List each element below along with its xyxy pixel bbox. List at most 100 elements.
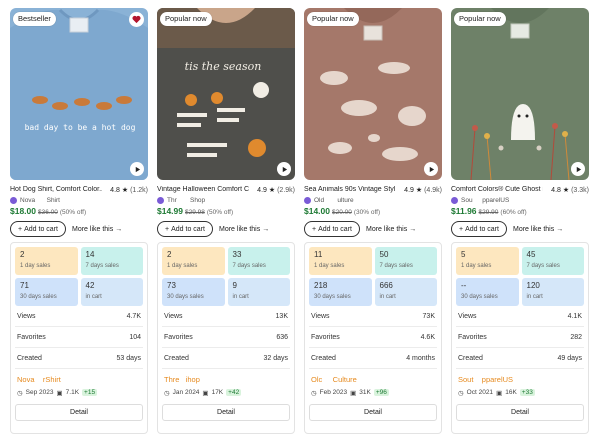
price-row: $14.00 $20.00 (30% off) — [304, 206, 381, 216]
sales-30-days: 73 30 days sales — [162, 278, 225, 306]
new-sales-badge: +33 — [519, 389, 535, 396]
favorites-row: Favorites 282 — [456, 327, 584, 348]
rating: 4.8 ★ (3.3k) — [551, 186, 589, 194]
detail-button[interactable]: Detail — [15, 404, 143, 421]
play-video-icon[interactable] — [277, 162, 291, 176]
add-to-cart-button[interactable]: + Add to cart — [304, 221, 360, 237]
plus-icon: + — [459, 225, 464, 233]
sales-7-days: 45 7 days sales — [521, 247, 584, 275]
sales-1-day: 11 1 day sales — [309, 247, 372, 275]
price-row: $18.00 $36.00 (50% off) — [10, 206, 87, 216]
product-card[interactable]: bad day to be a hot dog Bestseller Hot D… — [10, 8, 148, 436]
star-icon: ★ — [268, 186, 276, 194]
star-icon: ★ — [562, 186, 570, 194]
clock-icon: ◷ — [458, 389, 464, 397]
sales-30-days: -- 30 days sales — [456, 278, 519, 306]
created-row: Created 49 days — [456, 348, 584, 369]
more-like-this-link[interactable]: More like this → — [72, 226, 122, 233]
product-image[interactable]: Popular now — [451, 8, 589, 180]
favorites-row: Favorites 104 — [15, 327, 143, 348]
add-to-cart-button[interactable]: + Add to cart — [10, 221, 66, 237]
detail-button[interactable]: Detail — [162, 404, 290, 421]
views-row: Views 4.1K — [456, 306, 584, 327]
popular-badge: Popular now — [307, 12, 359, 26]
more-like-this-link[interactable]: More like this → — [366, 226, 416, 233]
sales-1-day: 21 day sales — [15, 247, 78, 275]
add-to-cart-button[interactable]: + Add to cart — [157, 221, 213, 237]
clock-icon: ◷ — [311, 389, 317, 397]
in-cart: 120 in cart — [521, 278, 584, 306]
product-image[interactable]: tis the season Popular now — [157, 8, 295, 180]
created-row: Created 53 days — [15, 348, 143, 369]
shop-row[interactable]: Old ulture — [304, 195, 442, 205]
bag-icon: ▣ — [350, 389, 357, 397]
product-card[interactable]: tis the season Popular now Vintage Hallo… — [157, 8, 295, 436]
detail-button[interactable]: Detail — [456, 404, 584, 421]
clock-icon: ◷ — [17, 389, 23, 397]
views-row: Views 4.7K — [15, 306, 143, 327]
product-title[interactable]: Comfort Colors® Cute Ghost i... — [451, 186, 543, 193]
shop-name-link[interactable]: Thre ihop — [162, 375, 290, 385]
bag-icon: ▣ — [202, 389, 209, 397]
arrow-right-icon: → — [556, 225, 564, 233]
sales-30-days: 218 30 days sales — [309, 278, 372, 306]
favorite-heart-icon[interactable] — [129, 12, 144, 27]
product-image[interactable]: bad day to be a hot dog Bestseller — [10, 8, 148, 180]
sales-1-day: 51 day sales — [456, 247, 519, 275]
rating: 4.8 ★ (1.2k) — [110, 186, 148, 194]
in-cart: 9 in cart — [227, 278, 290, 306]
product-image[interactable]: Popular now — [304, 8, 442, 180]
shop-meta: ◷ Sep 2023 ▣ 7.1K +15 — [17, 389, 98, 397]
plus-icon: + — [312, 225, 317, 233]
shop-name-link[interactable]: Nova rShirt — [15, 375, 143, 385]
more-like-this-link[interactable]: More like this → — [219, 226, 269, 233]
clock-icon: ◷ — [164, 389, 170, 397]
svg-text:bad day to be a hot dog: bad day to be a hot dog — [25, 123, 136, 132]
shop-row[interactable]: Thr Shop — [157, 195, 295, 205]
bag-icon: ▣ — [496, 389, 503, 397]
play-video-icon[interactable] — [424, 162, 438, 176]
sales-30-days: 71 30 days sales — [15, 278, 78, 306]
stats-panel: 21 day sales 33 7 days sales 73 30 days sa… — [157, 242, 295, 434]
shop-meta: ◷ Feb 2023 ▣ 31K +96 — [311, 389, 389, 397]
arrow-right-icon: → — [409, 225, 417, 233]
play-video-icon[interactable] — [130, 162, 144, 176]
star-icon: ★ — [415, 186, 423, 194]
sales-1-day: 21 day sales — [162, 247, 225, 275]
add-to-cart-button[interactable]: + Add to cart — [451, 221, 507, 237]
shirt-image: bad day to be a hot dog — [10, 8, 148, 180]
sales-7-days: 33 7 days sales — [227, 247, 290, 275]
shop-name-link[interactable]: Sout pparelUS — [456, 375, 584, 385]
product-title[interactable]: Vintage Halloween Comfort C... — [157, 186, 249, 193]
arrow-right-icon: → — [115, 225, 123, 233]
product-card[interactable]: Popular now Comfort Colors® Cute Ghost i… — [451, 8, 589, 436]
in-cart: 666 in cart — [374, 278, 437, 306]
shirt-image — [304, 8, 442, 180]
shop-avatar-icon — [451, 196, 458, 204]
play-video-icon[interactable] — [571, 162, 585, 176]
more-like-this-link[interactable]: More like this → — [513, 226, 563, 233]
shirt-image — [451, 8, 589, 180]
product-title[interactable]: Sea Animals 90s Vintage Styl... — [304, 186, 396, 193]
popular-badge: Popular now — [454, 12, 506, 26]
sales-7-days: 14 7 days sales — [80, 247, 143, 275]
shop-row[interactable]: Nova Shirt — [10, 195, 148, 205]
created-row: Created 4 months — [309, 348, 437, 369]
price-row: $11.96 $29.90 (60% off) — [451, 206, 527, 216]
product-grid: bad day to be a hot dog Bestseller Hot D… — [10, 8, 590, 436]
star-icon: ★ — [121, 186, 129, 194]
favorites-row: Favorites 636 — [162, 327, 290, 348]
shop-row[interactable]: Sou pparelUS — [451, 195, 589, 205]
views-row: Views 73K — [309, 306, 437, 327]
bag-icon: ▣ — [56, 389, 63, 397]
detail-button[interactable]: Detail — [309, 404, 437, 421]
shop-name-link[interactable]: Olc Culture — [309, 375, 437, 385]
rating: 4.9 ★ (4.9k) — [404, 186, 442, 194]
created-row: Created 32 days — [162, 348, 290, 369]
product-card[interactable]: Popular now Sea Animals 90s Vintage Styl… — [304, 8, 442, 436]
price-row: $14.99 $29.98 (50% off) — [157, 206, 234, 216]
stats-panel: 51 day sales 45 7 days sales -- 30 days sa… — [451, 242, 589, 434]
plus-icon: + — [165, 225, 170, 233]
product-title[interactable]: Hot Dog Shirt, Comfort Color... — [10, 186, 102, 193]
new-sales-badge: +15 — [82, 389, 98, 396]
